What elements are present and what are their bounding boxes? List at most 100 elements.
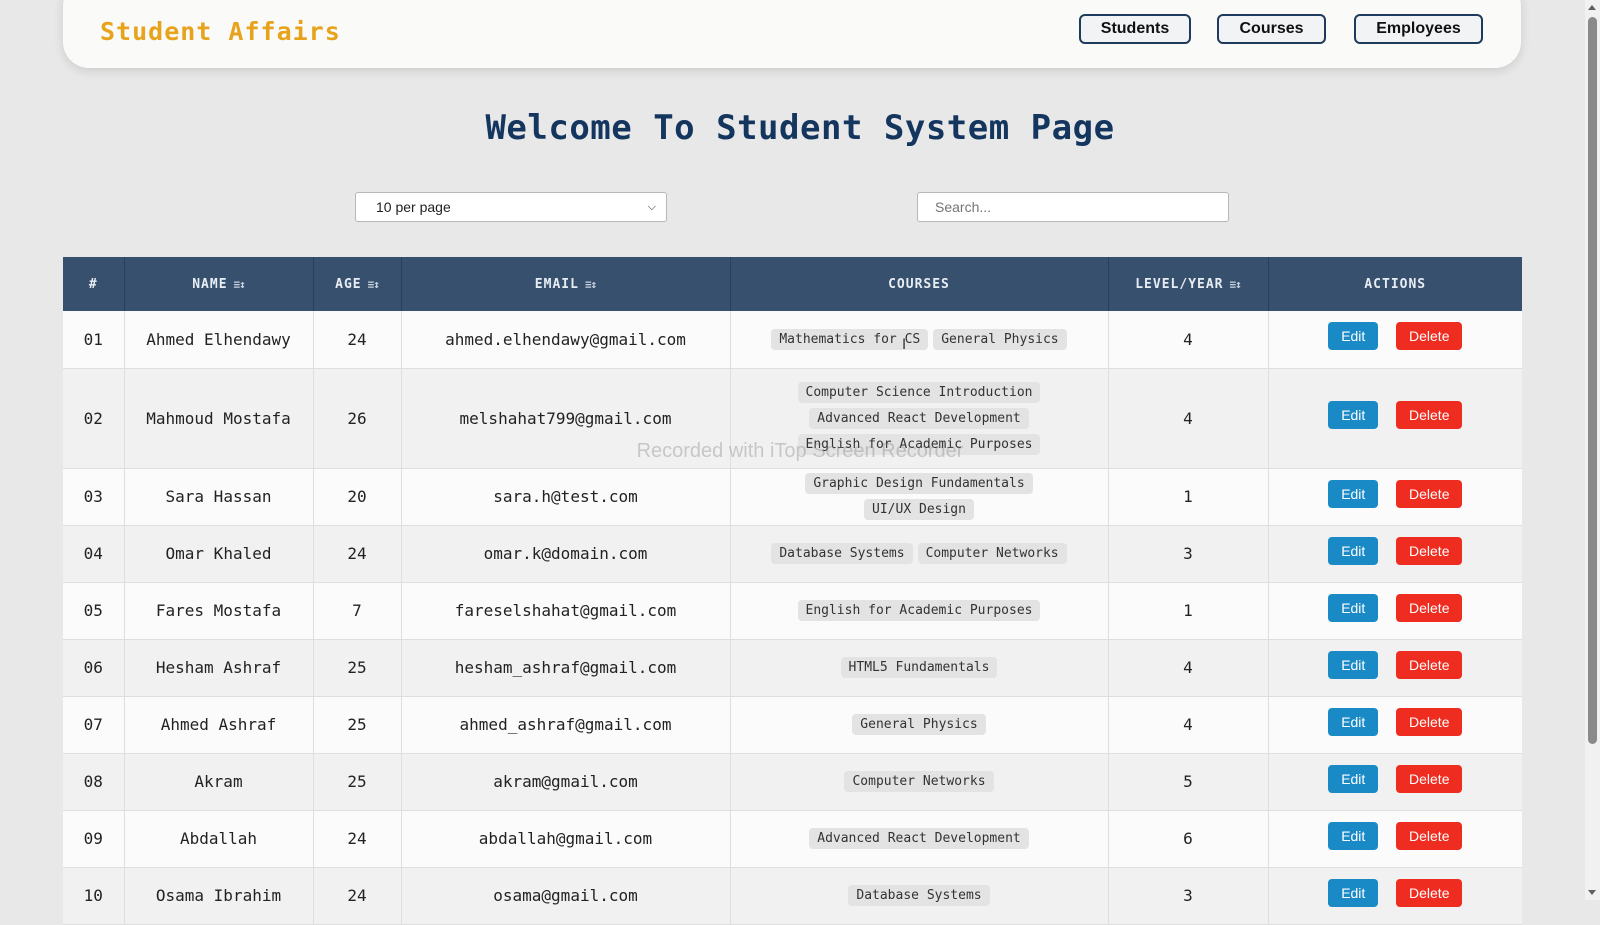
cell-name: Omar Khaled [124,525,314,583]
course-tag-list: Database Systems [731,885,1108,906]
brand-logo[interactable]: Student Affairs [100,17,341,46]
cell-index: 09 [63,810,125,868]
edit-button[interactable]: Edit [1328,878,1379,907]
cell-actions: Edit Delete [1268,368,1523,469]
col-header-name[interactable]: NAME ≡↕ [124,257,314,311]
scroll-down-arrow-icon[interactable] [1588,890,1596,895]
course-tag: Graphic Design Fundamentals [805,473,1033,494]
row-actions: Edit Delete [1269,593,1523,622]
search-input[interactable] [917,192,1229,222]
table-row: 09 Abdallah 24 abdallah@gmail.com Advanc… [63,810,1522,868]
cell-name: Ahmed Elhendawy [124,311,314,369]
course-tag: General Physics [933,328,1067,350]
table-row: 02 Mahmoud Mostafa 26 melshahat799@gmail… [63,368,1523,469]
cell-age: 7 [313,582,402,640]
course-tag-list: Database Systems Computer Networks [731,543,1108,564]
delete-button[interactable]: Delete [1396,322,1463,351]
per-page-select[interactable]: 10 per page ⌵ [355,192,667,222]
cell-name: Sara Hassan [124,468,314,526]
page-title: Welcome To Student System Page [485,108,1115,148]
course-tag-list: Graphic Design Fundamentals UI/UX Design [731,473,1108,520]
delete-button[interactable]: Delete [1396,401,1463,429]
col-header-index[interactable]: # [63,257,125,311]
col-header-age[interactable]: AGE ≡↕ [313,257,402,311]
scroll-up-arrow-icon[interactable] [1588,5,1596,10]
nav-courses-button[interactable]: Courses [1217,14,1326,44]
edit-button[interactable]: Edit [1328,593,1379,622]
col-header-level[interactable]: LEVEL/YEAR ≡↕ [1108,257,1269,311]
cell-index: 04 [63,525,125,583]
sort-icon[interactable]: ≡↕ [585,278,597,291]
cell-level: 4 [1108,639,1269,697]
cell-email: ahmed.elhendawy@gmail.com [401,311,731,369]
course-tag: English for Academic Purposes [797,600,1041,621]
cell-email: melshahat799@gmail.com [401,368,731,469]
cell-courses: Computer Science Introduction Advanced Re… [730,368,1109,469]
edit-button[interactable]: Edit [1328,479,1379,508]
cell-level: 4 [1108,696,1269,754]
cell-name: Osama Ibrahim [124,867,314,925]
row-actions: Edit Delete [1269,764,1523,793]
col-header-email[interactable]: EMAIL ≡↕ [401,257,731,311]
row-actions: Edit Delete [1269,479,1523,508]
delete-button[interactable]: Delete [1396,536,1463,565]
sort-icon[interactable]: ≡↕ [234,278,246,291]
edit-button[interactable]: Edit [1328,821,1379,850]
delete-button[interactable]: Delete [1396,593,1463,622]
cell-courses: Advanced React Development [730,810,1109,868]
edit-button[interactable]: Edit [1328,401,1379,429]
cell-index: 07 [63,696,125,754]
delete-button[interactable]: Delete [1396,821,1463,850]
cell-actions: Edit Delete [1268,810,1522,868]
cell-email: abdallah@gmail.com [401,810,731,868]
row-actions: Edit Delete [1269,707,1523,736]
cell-actions: Edit Delete [1268,696,1523,754]
row-actions: Edit Delete [1269,401,1523,429]
course-tag-list: Computer Science Introduction Advanced Re… [731,381,1108,455]
course-tag: Advanced React Development [809,828,1029,849]
cell-name: Akram [124,753,314,811]
scrollbar-thumb[interactable] [1588,17,1597,744]
page-scrollbar[interactable] [1585,0,1600,900]
per-page-value: 10 per page [376,199,451,215]
edit-button[interactable]: Edit [1328,707,1379,736]
cell-index: 08 [63,753,125,811]
cell-level: 4 [1108,311,1269,369]
cell-actions: Edit Delete [1268,582,1523,640]
col-header-courses: COURSES [730,257,1109,311]
edit-button[interactable]: Edit [1328,536,1379,565]
course-tag: UI/UX Design [864,499,974,520]
cell-actions: Edit Delete [1268,468,1523,526]
sort-icon[interactable]: ≡↕ [1230,278,1242,291]
cell-actions: Edit Delete [1268,867,1522,925]
sort-icon[interactable]: ≡↕ [368,278,380,291]
course-tag-list: Advanced React Development [731,828,1108,849]
students-table: # NAME ≡↕ AGE ≡↕ EMAIL ≡↕ COURSES LEVEL/YEA… [63,257,1522,925]
nav-students-button[interactable]: Students [1079,14,1191,44]
cell-email: omar.k@domain.com [401,525,731,583]
edit-button[interactable]: Edit [1328,650,1379,679]
cell-age: 26 [313,368,402,469]
delete-button[interactable]: Delete [1396,764,1463,793]
edit-button[interactable]: Edit [1328,322,1379,351]
cell-actions: Edit Delete [1268,639,1522,697]
delete-button[interactable]: Delete [1396,707,1463,736]
cell-email: ahmed_ashraf@gmail.com [401,696,731,754]
cell-level: 4 [1108,368,1269,469]
cell-level: 1 [1108,582,1269,640]
delete-button[interactable]: Delete [1396,650,1463,679]
cell-age: 20 [313,468,402,526]
cell-courses: Computer Networks [730,753,1109,811]
table-row: 06 Hesham Ashraf 25 hesham_ashraf@gmail.… [63,639,1522,697]
cell-courses: Mathematics for CS General Physics [730,311,1109,369]
course-tag-list: Mathematics for CS General Physics [731,328,1108,350]
nav-employees-button[interactable]: Employees [1354,14,1483,44]
course-tag: HTML5 Fundamentals [840,657,998,678]
delete-button[interactable]: Delete [1396,479,1463,508]
cell-age: 24 [313,525,402,583]
cell-name: Mahmoud Mostafa [124,368,314,469]
delete-button[interactable]: Delete [1396,878,1463,907]
course-tag-list: General Physics [731,714,1108,735]
edit-button[interactable]: Edit [1328,764,1379,793]
cell-name: Hesham Ashraf [124,639,314,697]
